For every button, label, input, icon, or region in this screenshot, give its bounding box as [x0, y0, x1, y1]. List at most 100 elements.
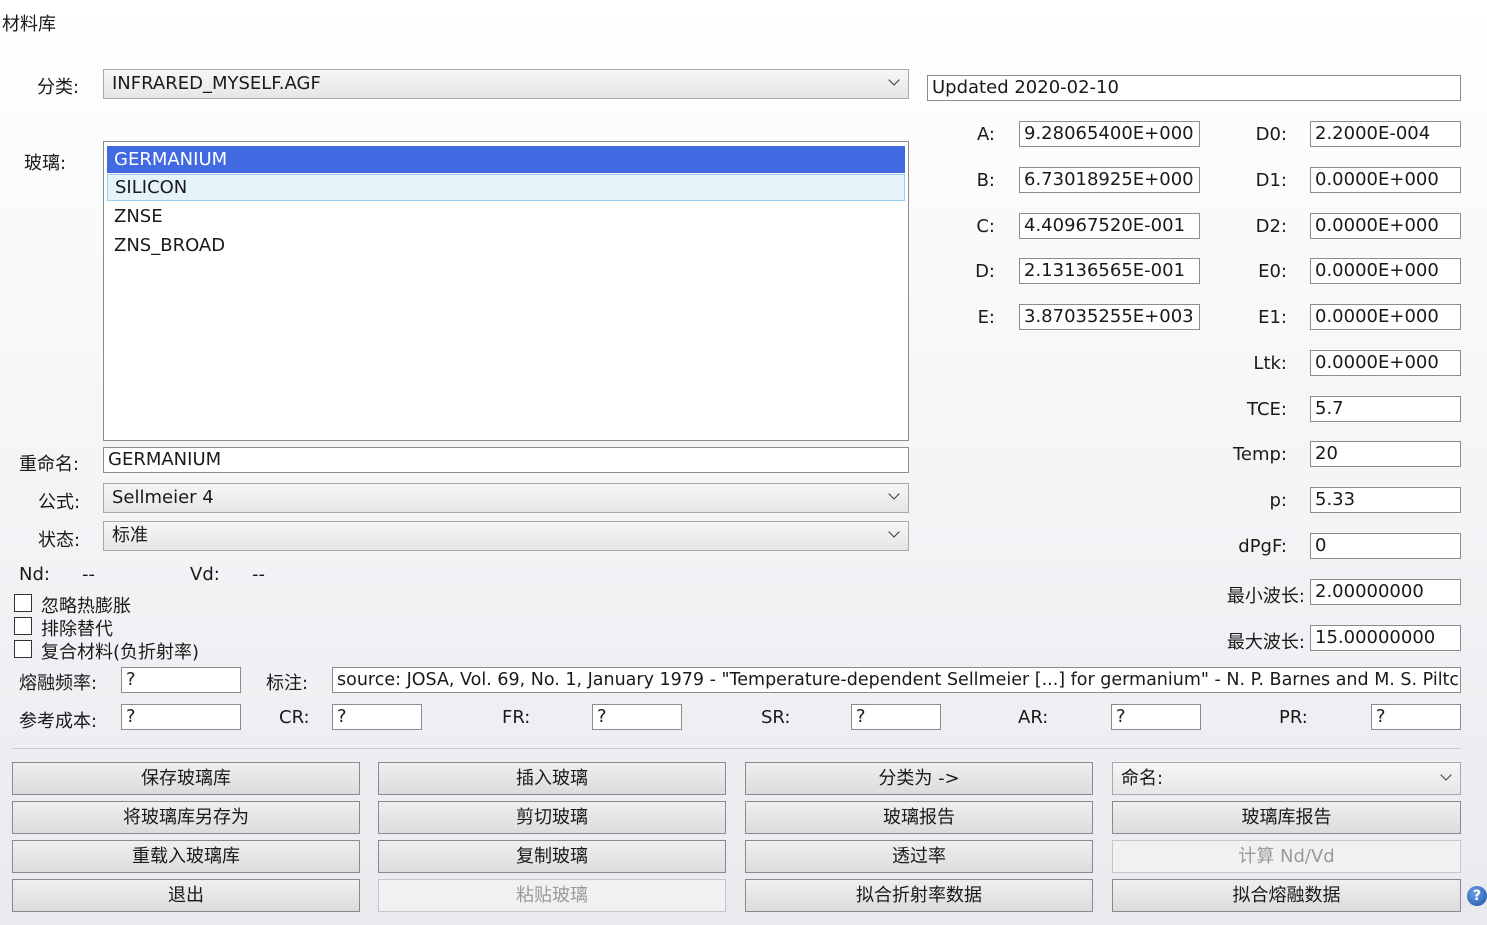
temp-input[interactable]: 20 [1310, 441, 1461, 467]
nd-value: -- [82, 564, 95, 585]
vd-label: Vd: [190, 564, 220, 585]
d0-input[interactable]: 2.2000E-004 [1310, 121, 1461, 147]
chevron-down-icon [888, 74, 900, 86]
chevron-down-icon [888, 526, 900, 538]
coef-e-input[interactable]: 3.87035255E+003 [1019, 304, 1200, 330]
max-wave-label: 最大波长: [1226, 632, 1305, 653]
name-dropdown[interactable]: 命名: [1112, 762, 1461, 795]
calc-nd-vd-button[interactable]: 计算 Nd/Vd [1112, 840, 1461, 873]
coef-c-input[interactable]: 4.40967520E-001 [1019, 213, 1200, 239]
transmission-button[interactable]: 透过率 [745, 840, 1093, 873]
cr-label: CR: [279, 707, 310, 728]
sr-input[interactable]: ? [851, 704, 941, 730]
sr-label: SR: [761, 707, 791, 728]
d2-input[interactable]: 0.0000E+000 [1310, 213, 1461, 239]
melt-freq-input[interactable]: ? [121, 667, 241, 693]
pr-input[interactable]: ? [1371, 704, 1461, 730]
cut-glass-button[interactable]: 剪切玻璃 [378, 801, 726, 834]
dpgf-label: dPgF: [1238, 536, 1287, 557]
exclude-sub-checkbox[interactable] [14, 617, 32, 635]
e1-label: E1: [1258, 307, 1287, 328]
nd-label: Nd: [19, 564, 50, 585]
coef-b-input[interactable]: 6.73018925E+000 [1019, 167, 1200, 193]
glass-report-button[interactable]: 玻璃报告 [745, 801, 1093, 834]
dpgf-input[interactable]: 0 [1310, 533, 1461, 559]
separator [12, 748, 1461, 749]
copy-glass-button[interactable]: 复制玻璃 [378, 840, 726, 873]
ar-label: AR: [1018, 707, 1049, 728]
d0-label: D0: [1255, 124, 1287, 145]
coef-c-label: C: [976, 216, 995, 237]
vd-value: -- [252, 564, 265, 585]
help-icon[interactable]: ? [1467, 886, 1487, 906]
coef-e-label: E: [977, 307, 995, 328]
coef-d-input[interactable]: 2.13136565E-001 [1019, 258, 1200, 284]
glass-item-silicon[interactable]: SILICON [107, 174, 905, 201]
status-value: 标准 [112, 525, 148, 546]
rename-input[interactable]: GERMANIUM [103, 447, 909, 473]
cost-label: 参考成本: [19, 711, 98, 732]
note-label: 标注: [266, 673, 309, 694]
e0-input[interactable]: 0.0000E+000 [1310, 258, 1461, 284]
min-wave-label: 最小波长: [1226, 586, 1305, 607]
e1-input[interactable]: 0.0000E+000 [1310, 304, 1461, 330]
pr-label: PR: [1279, 707, 1308, 728]
paste-glass-button[interactable]: 粘贴玻璃 [378, 879, 726, 912]
fit-melt-data-button[interactable]: 拟合熔融数据 [1112, 879, 1461, 912]
cost-input[interactable]: ? [121, 704, 241, 730]
ignore-thermal-checkbox[interactable] [14, 594, 32, 612]
glass-listbox[interactable]: GERMANIUM SILICON ZNSE ZNS_BROAD [103, 141, 909, 441]
composite-checkbox[interactable] [14, 640, 32, 658]
exit-button[interactable]: 退出 [12, 879, 360, 912]
d2-label: D2: [1255, 216, 1287, 237]
window-title: 材料库 [2, 14, 56, 35]
p-label: p: [1269, 490, 1288, 511]
ltk-label: Ltk: [1253, 353, 1287, 374]
coef-a-input[interactable]: 9.28065400E+000 [1019, 121, 1200, 147]
fr-input[interactable]: ? [592, 704, 682, 730]
temp-label: Temp: [1232, 444, 1287, 465]
classify-as-button[interactable]: 分类为 -> [745, 762, 1093, 795]
status-label: 状态: [38, 530, 81, 551]
coef-a-label: A: [976, 124, 995, 145]
formula-value: Sellmeier 4 [112, 487, 214, 508]
chevron-down-icon [888, 488, 900, 500]
save-catalog-as-button[interactable]: 将玻璃库另存为 [12, 801, 360, 834]
catalog-label: 分类: [37, 77, 80, 98]
catalog-value: INFRARED_MYSELF.AGF [112, 73, 321, 94]
rename-label: 重命名: [19, 454, 80, 475]
catalog-report-button[interactable]: 玻璃库报告 [1112, 801, 1461, 834]
coef-b-label: B: [976, 170, 995, 191]
glass-label: 玻璃: [24, 153, 67, 174]
min-wave-input[interactable]: 2.00000000 [1310, 579, 1461, 605]
composite-label: 复合材料(负折射率) [41, 642, 200, 663]
chevron-down-icon [1440, 769, 1452, 781]
ar-input[interactable]: ? [1111, 704, 1201, 730]
glass-item-znse[interactable]: ZNSE [107, 203, 905, 230]
melt-freq-label: 熔融频率: [19, 673, 98, 694]
e0-label: E0: [1258, 261, 1287, 282]
cr-input[interactable]: ? [332, 704, 422, 730]
name-dropdown-label: 命名: [1121, 768, 1164, 789]
save-catalog-button[interactable]: 保存玻璃库 [12, 762, 360, 795]
status-dropdown[interactable]: 标准 [103, 521, 909, 551]
fr-label: FR: [502, 707, 531, 728]
glass-item-germanium[interactable]: GERMANIUM [107, 146, 905, 173]
max-wave-input[interactable]: 15.00000000 [1310, 625, 1461, 651]
reload-catalog-button[interactable]: 重载入玻璃库 [12, 840, 360, 873]
note-input[interactable]: source: JOSA, Vol. 69, No. 1, January 19… [332, 667, 1461, 693]
tce-label: TCE: [1247, 399, 1287, 420]
formula-label: 公式: [38, 492, 81, 513]
coef-d-label: D: [975, 261, 995, 282]
ltk-input[interactable]: 0.0000E+000 [1310, 350, 1461, 376]
catalog-dropdown[interactable]: INFRARED_MYSELF.AGF [103, 69, 909, 99]
d1-input[interactable]: 0.0000E+000 [1310, 167, 1461, 193]
d1-label: D1: [1255, 170, 1287, 191]
glass-item-zns-broad[interactable]: ZNS_BROAD [107, 232, 905, 259]
formula-dropdown[interactable]: Sellmeier 4 [103, 483, 909, 513]
tce-input[interactable]: 5.7 [1310, 396, 1461, 422]
insert-glass-button[interactable]: 插入玻璃 [378, 762, 726, 795]
p-input[interactable]: 5.33 [1310, 487, 1461, 513]
updated-field[interactable]: Updated 2020-02-10 [927, 75, 1461, 101]
fit-index-data-button[interactable]: 拟合折射率数据 [745, 879, 1093, 912]
